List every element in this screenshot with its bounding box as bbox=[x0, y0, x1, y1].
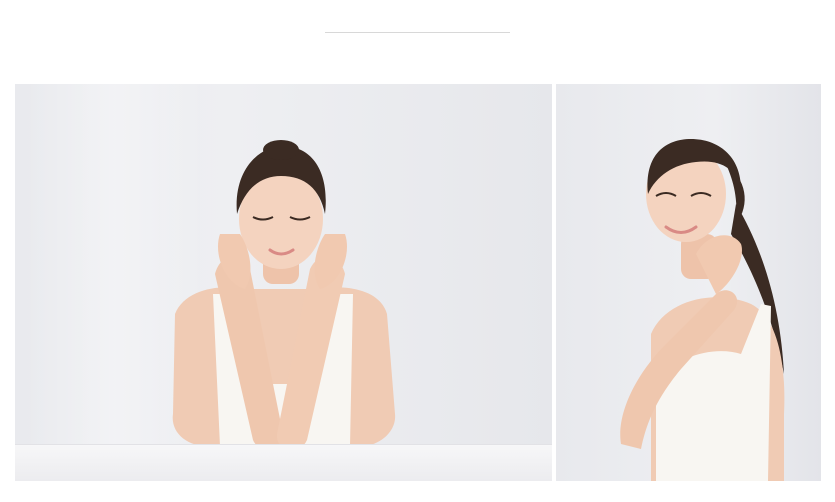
table-surface bbox=[15, 444, 552, 481]
gallery-photo-left[interactable] bbox=[15, 84, 552, 481]
portrait-illustration bbox=[172, 140, 396, 451]
portrait-illustration bbox=[620, 139, 785, 481]
gallery-photo-right[interactable] bbox=[556, 84, 821, 481]
header-divider bbox=[325, 32, 510, 33]
